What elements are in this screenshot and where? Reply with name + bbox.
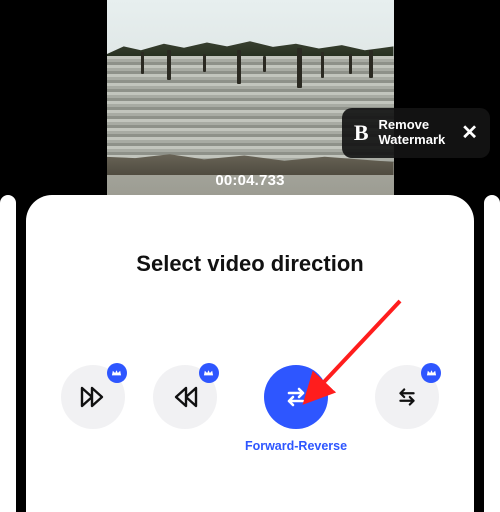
prev-card-peek[interactable]: [0, 195, 16, 512]
swap-arrows-icon: [280, 381, 312, 413]
video-preview: 00:04.733 B Remove Watermark ✕: [0, 0, 500, 195]
timecode: 00:04.733: [107, 172, 394, 189]
premium-badge-icon: [107, 363, 127, 383]
option-reverse[interactable]: [153, 365, 217, 429]
option-reverse-forward[interactable]: [375, 365, 439, 429]
option-label: Forward-Reverse: [245, 439, 347, 453]
direction-sheet: Select video direction: [26, 195, 474, 512]
next-card-peek[interactable]: [484, 195, 500, 512]
watermark-label: Remove Watermark: [379, 118, 446, 148]
video-frame[interactable]: 00:04.733: [107, 0, 394, 195]
remove-watermark-button[interactable]: B Remove Watermark ✕: [342, 108, 490, 158]
premium-badge-icon: [199, 363, 219, 383]
brand-b-icon: B: [354, 122, 369, 144]
direction-options: Forward-Reverse: [36, 365, 464, 453]
forward-skip-icon: [78, 382, 108, 412]
reverse-skip-icon: [170, 382, 200, 412]
sheet-title: Select video direction: [136, 251, 363, 277]
swap-arrows-icon: [392, 382, 422, 412]
premium-badge-icon: [421, 363, 441, 383]
close-icon[interactable]: ✕: [455, 120, 478, 145]
option-forward[interactable]: [61, 365, 125, 429]
option-forward-reverse[interactable]: Forward-Reverse: [245, 365, 347, 453]
